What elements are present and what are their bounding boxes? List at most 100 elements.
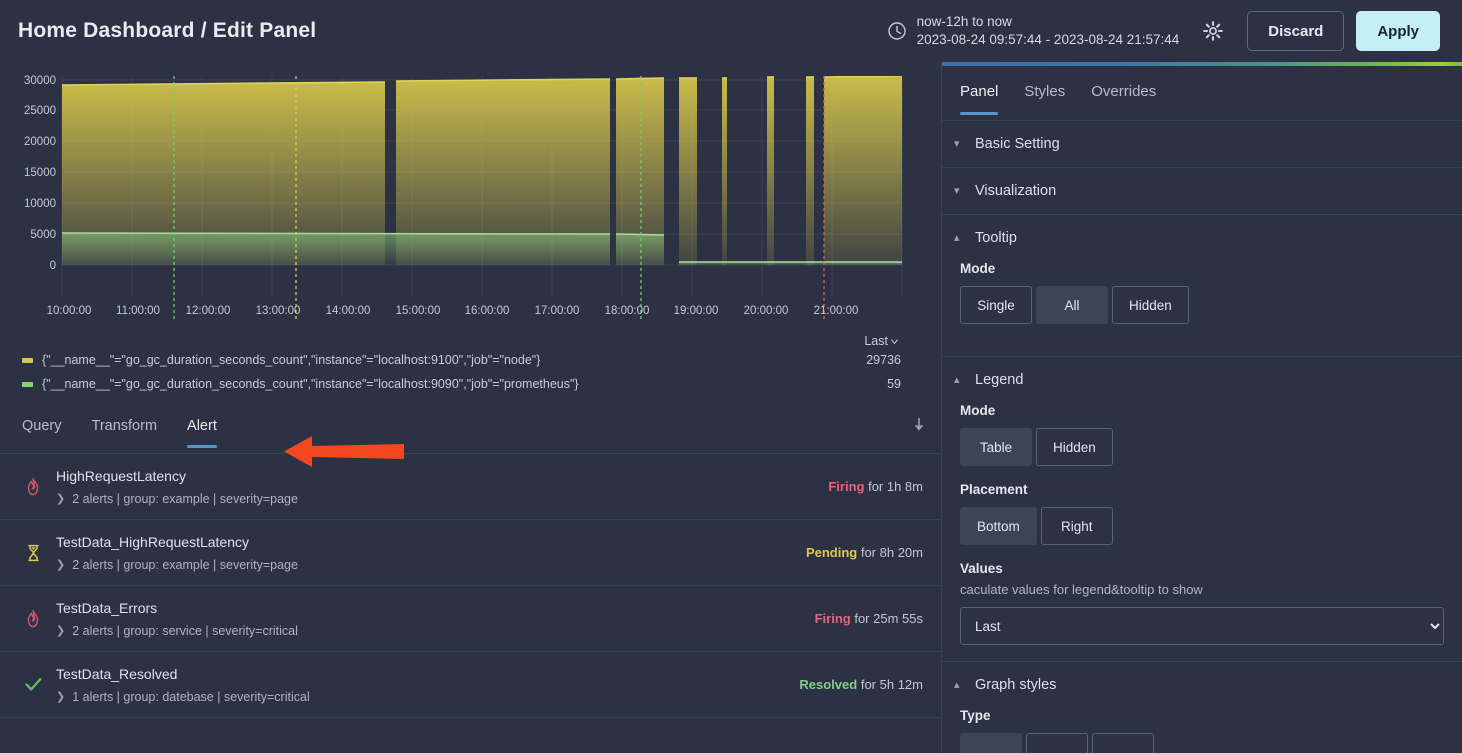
chevron-right-icon: ❯ [56,625,66,637]
time-range-relative: now-12h to now [916,13,1012,29]
legend-color-swatch [22,357,33,363]
tooltip-mode-hidden[interactable]: Hidden [1112,286,1189,324]
graph-canvas: 30000 25000 20000 15000 10000 5000 0 10:… [24,75,903,322]
legend-table: Last {"__name__"="go_gc_duration_seconds… [0,334,941,396]
svg-text:11:00:00: 11:00:00 [116,305,160,317]
tooltip-mode-all[interactable]: All [1036,286,1108,324]
section-tooltip-header[interactable]: ▴ Tooltip [942,215,1462,261]
section-legend-body: Mode Table Hidden Placement Bottom Right… [942,403,1462,661]
tab-transform[interactable]: Transform [92,414,158,447]
legend-values-header: Last [864,334,888,348]
alert-name[interactable]: TestData_Resolved [56,666,310,682]
gear-icon[interactable] [1201,19,1225,43]
svg-text:10:00:00: 10:00:00 [47,305,92,317]
alert-duration: for 5h 12m [860,677,923,692]
alert-detail[interactable]: ❯ 2 alerts | group: service | severity=c… [56,624,298,638]
alert-row[interactable]: TestData_Resolved ❯ 1 alerts | group: da… [0,652,941,718]
tooltip-mode-group: Single All Hidden [960,286,1444,324]
svg-text:18:00:00: 18:00:00 [605,305,650,317]
legend-sort-last[interactable]: Last [864,334,899,348]
legend-color-swatch [22,381,33,387]
alert-rule-list: HighRequestLatency ❯ 2 alerts | group: e… [0,454,941,718]
svg-text:15000: 15000 [24,167,56,179]
svg-text:20000: 20000 [24,136,56,148]
tab-styles[interactable]: Styles [1024,83,1065,114]
alert-detail-text: 2 alerts | group: example | severity=pag… [72,557,298,572]
tab-panel[interactable]: Panel [960,83,999,115]
svg-text:15:00:00: 15:00:00 [396,305,441,317]
alert-name[interactable]: TestData_HighRequestLatency [56,534,298,550]
section-title: Basic Setting [975,136,1060,152]
svg-text:17:00:00: 17:00:00 [535,305,580,317]
clock-icon [887,21,907,41]
tooltip-mode-single[interactable]: Single [960,286,1032,324]
alert-detail-text: 2 alerts | group: service | severity=cri… [72,623,298,638]
legend-values-label: Values [960,561,1003,576]
svg-text:30000: 30000 [24,75,56,87]
alert-detail[interactable]: ❯ 2 alerts | group: example | severity=p… [56,492,298,506]
section-legend-header[interactable]: ▴ Legend [942,357,1462,403]
legend-row[interactable]: {"__name__"="go_gc_duration_seconds_coun… [22,372,901,396]
svg-text:14:00:00: 14:00:00 [326,305,371,317]
panel-editor-main: 30000 25000 20000 15000 10000 5000 0 10:… [0,62,941,753]
panel-options-pane: Panel Styles Overrides ▾ Basic Setting ▾… [941,62,1462,753]
legend-placement-bottom[interactable]: Bottom [960,507,1037,545]
header-actions: now-12h to now 2023-08-24 09:57:44 - 202… [887,11,1462,51]
legend-mode-table[interactable]: Table [960,428,1032,466]
alert-detail[interactable]: ❯ 1 alerts | group: datebase | severity=… [56,690,310,704]
discard-button[interactable]: Discard [1247,11,1345,51]
alert-name[interactable]: HighRequestLatency [56,468,298,484]
section-legend: ▴ Legend Mode Table Hidden Placement Bot… [942,357,1462,662]
alert-name[interactable]: TestData_Errors [56,600,298,616]
svg-text:20:00:00: 20:00:00 [744,305,789,317]
tab-query[interactable]: Query [22,414,62,447]
alert-status: Firing for 1h 8m [828,479,923,494]
apply-button[interactable]: Apply [1356,11,1440,51]
section-visualization-header[interactable]: ▾ Visualization [942,168,1462,214]
time-range-picker[interactable]: now-12h to now 2023-08-24 09:57:44 - 202… [887,13,1180,49]
check-icon [22,677,44,692]
svg-text:5000: 5000 [30,229,56,241]
section-graph-styles-body: Type [942,708,1462,753]
legend-mode-hidden[interactable]: Hidden [1036,428,1113,466]
section-tooltip: ▴ Tooltip Mode Single All Hidden [942,215,1462,357]
legend-values-desc: caculate values for legend&tooltip to sh… [960,582,1203,597]
alert-status: Pending for 8h 20m [806,545,923,560]
tab-overrides[interactable]: Overrides [1091,83,1156,114]
section-graph-styles-header[interactable]: ▴ Graph styles [942,662,1462,708]
graph-type-option-1[interactable] [960,733,1022,753]
section-title: Graph styles [975,677,1057,693]
alert-detail-text: 1 alerts | group: datebase | severity=cr… [72,689,310,704]
flame-icon [22,477,44,496]
svg-text:13:00:00: 13:00:00 [256,305,301,317]
alert-duration: for 8h 20m [860,545,923,560]
section-title: Visualization [975,183,1057,199]
alert-duration: for 1h 8m [868,479,923,494]
alert-row[interactable]: HighRequestLatency ❯ 2 alerts | group: e… [0,454,941,520]
tab-alert[interactable]: Alert [187,414,217,448]
legend-series-label: {"__name__"="go_gc_duration_seconds_coun… [42,353,541,367]
graph-type-option-2[interactable] [1026,733,1088,753]
alert-detail[interactable]: ❯ 2 alerts | group: example | severity=p… [56,558,298,572]
options-tabs: Panel Styles Overrides [942,67,1462,121]
graph-type-option-3[interactable] [1092,733,1154,753]
legend-values-select[interactable]: Last [960,607,1444,645]
alert-row[interactable]: TestData_HighRequestLatency ❯ 2 alerts |… [0,520,941,586]
svg-text:25000: 25000 [24,105,56,117]
time-range-absolute: 2023-08-24 09:57:44 - 2023-08-24 21:57:4… [916,32,1180,47]
legend-series-value: 59 [887,377,901,391]
arrow-down-icon[interactable] [911,414,927,439]
chevron-down-icon: ▾ [954,137,960,150]
alert-row[interactable]: TestData_Errors ❯ 2 alerts | group: serv… [0,586,941,652]
svg-text:0: 0 [50,260,56,272]
section-title: Legend [975,372,1024,388]
alert-duration: for 25m 55s [854,611,923,626]
legend-placement-right[interactable]: Right [1040,507,1113,545]
legend-series-label: {"__name__"="go_gc_duration_seconds_coun… [42,377,579,391]
section-graph-styles: ▴ Graph styles Type [942,662,1462,753]
timeseries-graph[interactable]: 30000 25000 20000 15000 10000 5000 0 10:… [0,62,941,322]
legend-mode-label: Mode [960,403,996,418]
page-title: Home Dashboard / Edit Panel [18,19,317,42]
section-basic-setting-header[interactable]: ▾ Basic Setting [942,121,1462,167]
legend-row[interactable]: {"__name__"="go_gc_duration_seconds_coun… [22,348,901,372]
